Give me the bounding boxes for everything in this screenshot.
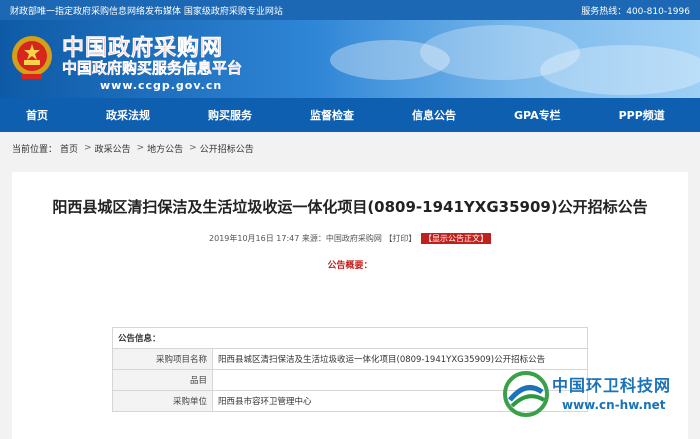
nav-announcements[interactable]: 信息公告 [412, 107, 456, 123]
nav-purchase-services[interactable]: 购买服务 [208, 107, 252, 123]
top-info-bar: 财政部唯一指定政府采购信息网络发布媒体 国家级政府采购专业网站 服务热线：400… [0, 0, 700, 20]
table-row: 公告信息： [112, 327, 588, 349]
hotline-label: 服务热线： [581, 6, 627, 17]
service-hotline: 服务热线：400-810-1996 [581, 4, 690, 17]
breadcrumb-separator: > [136, 143, 145, 153]
nav-regulations[interactable]: 政采法规 [106, 107, 150, 123]
site-subtitle: 中国政府购买服务信息平台 [62, 59, 243, 77]
breadcrumb-current[interactable]: 公开招标公告 [200, 142, 254, 155]
national-emblem-icon [12, 36, 52, 79]
show-announcement-button[interactable]: 【显示公告正文】 [420, 233, 491, 244]
top-bar-slogan: 财政部唯一指定政府采购信息网络发布媒体 国家级政府采购专业网站 [10, 6, 283, 17]
publish-datetime: 2019年10月16日 17:47 [209, 234, 300, 243]
watermark: 中国环卫科技网 www.cn-hw.net [500, 366, 690, 426]
nav-ppp[interactable]: PPP频道 [619, 107, 665, 123]
nav-gpa[interactable]: GPA专栏 [514, 107, 561, 123]
breadcrumb-home[interactable]: 首页 [60, 142, 78, 155]
print-link[interactable]: 【打印】 [384, 234, 416, 243]
summary-heading: 公告概要： [327, 261, 373, 271]
site-url: www.ccgp.gov.cn [100, 79, 223, 92]
breadcrumb-separator: > [189, 143, 197, 153]
nav-home[interactable]: 首页 [26, 107, 48, 123]
breadcrumb-announcements[interactable]: 政采公告 [95, 142, 131, 155]
breadcrumb-label: 当前位置： [12, 144, 58, 155]
row-label: 采购单位 [112, 390, 213, 412]
article-meta: 2019年10月16日 17:47 来源：中国政府采购网 【打印】 【显示公告正… [12, 233, 688, 244]
row-label: 品目 [112, 369, 213, 391]
source-name: 中国政府采购网 [325, 234, 382, 243]
site-banner: 中国政府采购网 中国政府购买服务信息平台 www.ccgp.gov.cn [0, 20, 700, 98]
hotline-number: 400-810-1996 [626, 6, 690, 17]
breadcrumb: 当前位置： 首页 > 政采公告 > 地方公告 > 公开招标公告 [0, 138, 700, 158]
breadcrumb-separator: > [84, 143, 92, 153]
nav-supervision[interactable]: 监督检查 [310, 107, 354, 123]
watermark-url: www.cn-hw.net [562, 398, 666, 412]
source-label: 来源： [301, 234, 326, 243]
watermark-logo-icon [503, 371, 549, 417]
watermark-name: 中国环卫科技网 [552, 376, 672, 395]
info-table-heading: 公告信息： [112, 327, 588, 349]
row-label: 采购项目名称 [112, 348, 213, 370]
breadcrumb-local[interactable]: 地方公告 [147, 142, 183, 155]
article-title: 阳西县城区清扫保洁及生活垃圾收运一体化项目(0809-1941YXG35909)… [52, 198, 648, 216]
main-nav: 首页 政采法规 购买服务 监督检查 信息公告 GPA专栏 PPP频道 [0, 98, 700, 132]
